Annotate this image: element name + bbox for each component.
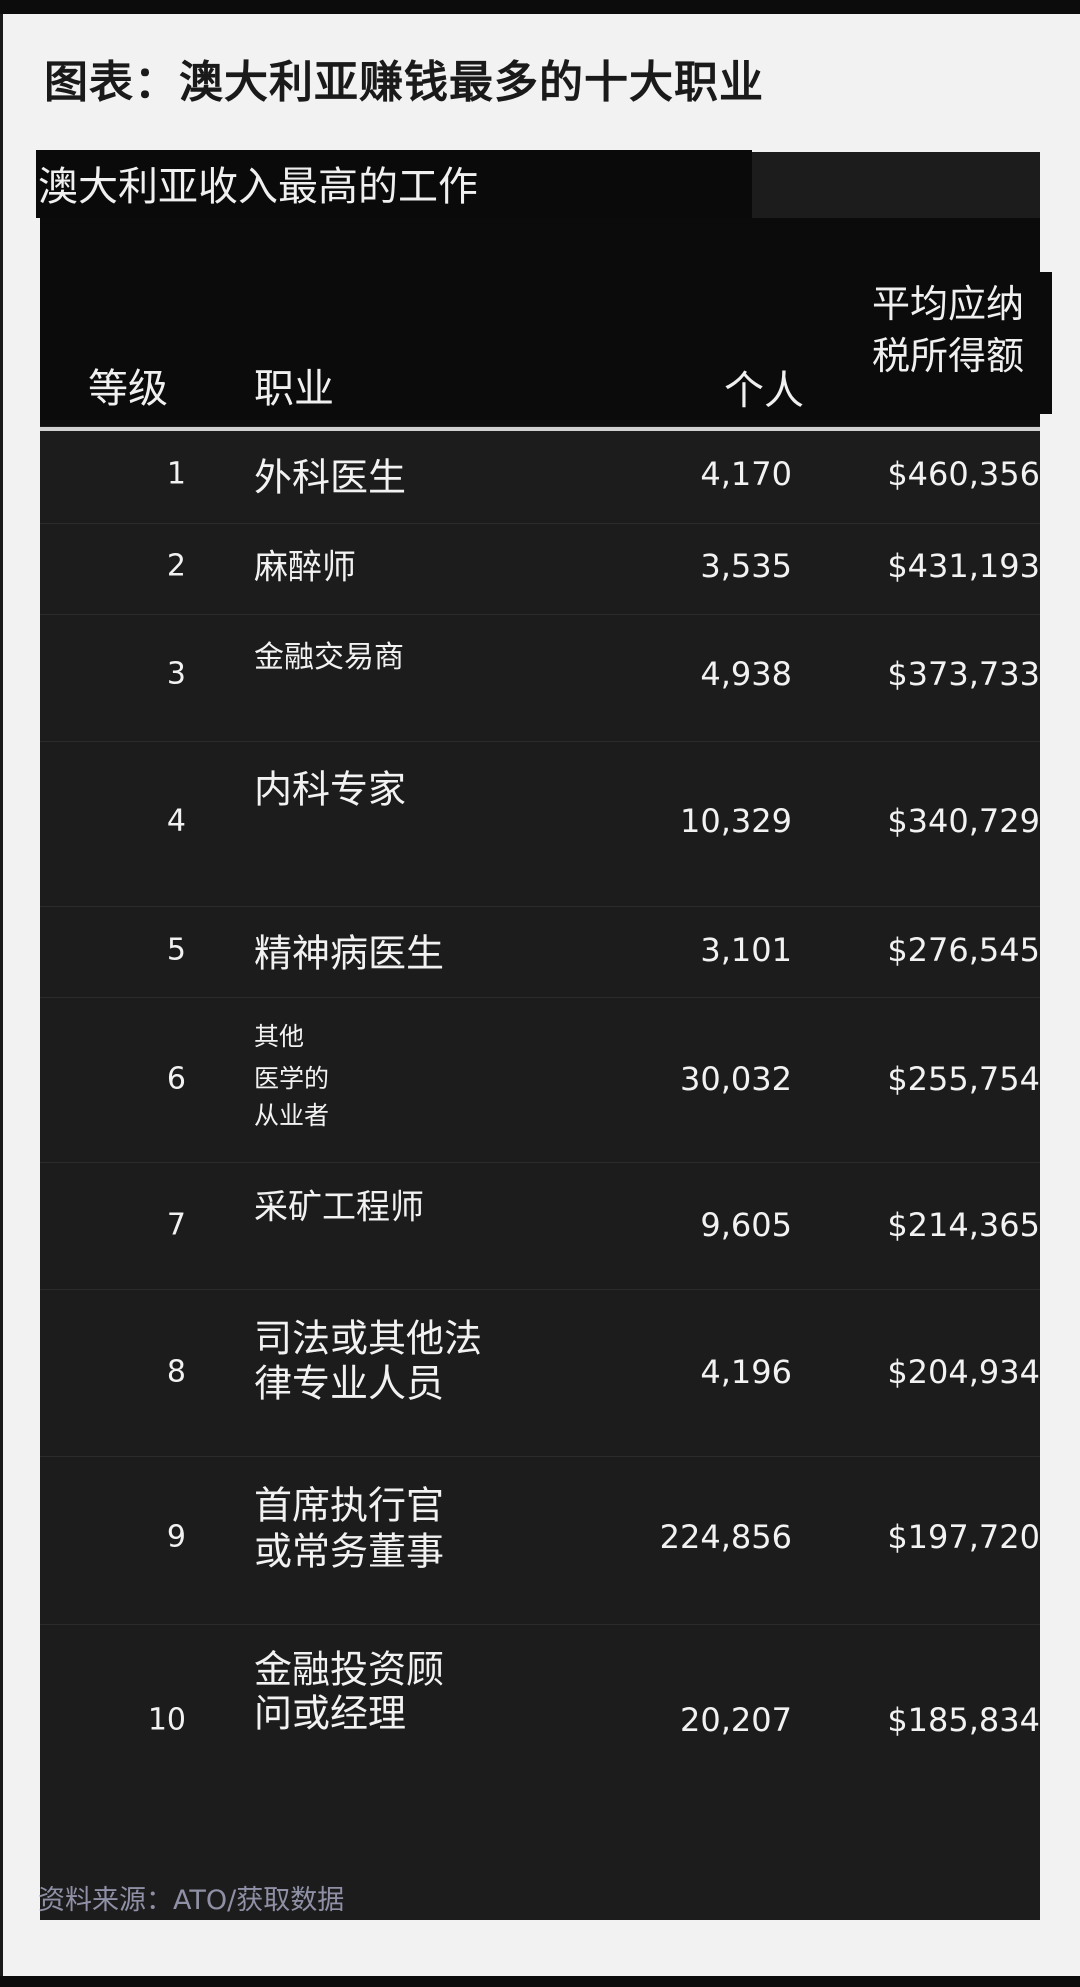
source-note: 资料来源：ATO/获取数据	[38, 1885, 345, 1916]
rank-cell: 4	[166, 803, 186, 839]
count-cell: 4,938	[700, 655, 792, 693]
count-cell: 224,856	[659, 1518, 792, 1556]
page-title: 图表：澳大利亚赚钱最多的十大职业	[44, 57, 764, 108]
count-cell: 9,605	[700, 1206, 792, 1244]
occupation-cell: 金融交易商	[254, 640, 404, 675]
count-cell: 20,207	[680, 1701, 792, 1739]
header-rank: 等级	[88, 366, 168, 412]
income-cell: $197,720	[887, 1518, 1040, 1556]
top-border	[0, 0, 1080, 14]
table-row: 6 其他医学的从业者 30,032 $255,754	[40, 997, 1040, 1163]
rank-cell: 5	[166, 932, 186, 968]
occupation-cell: 内科专家	[254, 767, 407, 812]
header-count: 个人	[724, 368, 804, 414]
count-cell: 3,535	[700, 547, 792, 585]
occupation-cell: 采矿工程师	[254, 1187, 424, 1228]
income-cell: $373,733	[887, 655, 1040, 693]
income-cell: $276,545	[887, 931, 1040, 969]
rank-cell: 3	[166, 656, 186, 692]
occupation-cell: 或常务董事	[254, 1529, 445, 1574]
rank-cell: 1	[166, 456, 186, 492]
occupation-cell: 其他	[254, 1022, 305, 1051]
income-cell: $431,193	[887, 547, 1040, 585]
count-cell: 30,032	[680, 1060, 792, 1098]
table-row: 10 金融投资顾 问或经理 20,207 $185,834	[40, 1624, 1040, 1920]
table-row: 3 金融交易商 4,938 $373,733	[40, 614, 1040, 742]
rank-cell: 9	[166, 1519, 186, 1555]
table-row: 1 外科医生 4,170 $460,356	[40, 431, 1040, 524]
header-income-line1: 平均应纳	[872, 282, 1025, 326]
rank-cell: 6	[166, 1061, 186, 1097]
table-row: 7 采矿工程师 9,605 $214,365	[40, 1162, 1040, 1290]
header-occupation: 职业	[254, 366, 334, 412]
rank-cell: 8	[166, 1354, 186, 1390]
occupation-cell: 律专业人员	[254, 1361, 445, 1406]
rank-cell: 2	[166, 548, 186, 584]
income-cell: $255,754	[887, 1060, 1040, 1098]
income-cell: $460,356	[887, 455, 1040, 493]
table-row: 2 麻醉师 3,535 $431,193	[40, 523, 1040, 615]
occupation-cell: 医学的	[254, 1064, 330, 1093]
rank-cell: 7	[166, 1207, 186, 1243]
table-row: 4 内科专家 10,329 $340,729	[40, 741, 1040, 907]
income-cell: $185,834	[887, 1701, 1040, 1739]
count-cell: 4,170	[700, 455, 792, 493]
occupation-cell: 问或经理	[254, 1691, 407, 1736]
count-cell: 3,101	[700, 931, 792, 969]
occupation-cell: 精神病医生	[254, 931, 445, 976]
count-cell: 4,196	[700, 1353, 792, 1391]
table-row: 5 精神病医生 3,101 $276,545	[40, 906, 1040, 998]
income-cell: $204,934	[887, 1353, 1040, 1391]
table-title: 澳大利亚收入最高的工作	[38, 164, 478, 210]
table-row: 8 司法或其他法 律专业人员 4,196 $204,934	[40, 1289, 1040, 1457]
header-income-line2: 税所得额	[872, 334, 1025, 378]
header-income: 平均应纳 税所得额	[872, 278, 1024, 382]
count-cell: 10,329	[680, 802, 792, 840]
income-cell: $340,729	[887, 802, 1040, 840]
table-row: 9 首席执行官 或常务董事 224,856 $197,720	[40, 1456, 1040, 1625]
occupation-cell: 麻醉师	[254, 547, 356, 588]
left-border	[0, 14, 3, 1976]
bottom-border	[0, 1976, 1080, 1987]
occupation-cell: 从业者	[254, 1101, 330, 1130]
rank-cell: 10	[147, 1702, 186, 1738]
income-cell: $214,365	[887, 1206, 1040, 1244]
occupation-cell: 外科医生	[254, 455, 407, 500]
